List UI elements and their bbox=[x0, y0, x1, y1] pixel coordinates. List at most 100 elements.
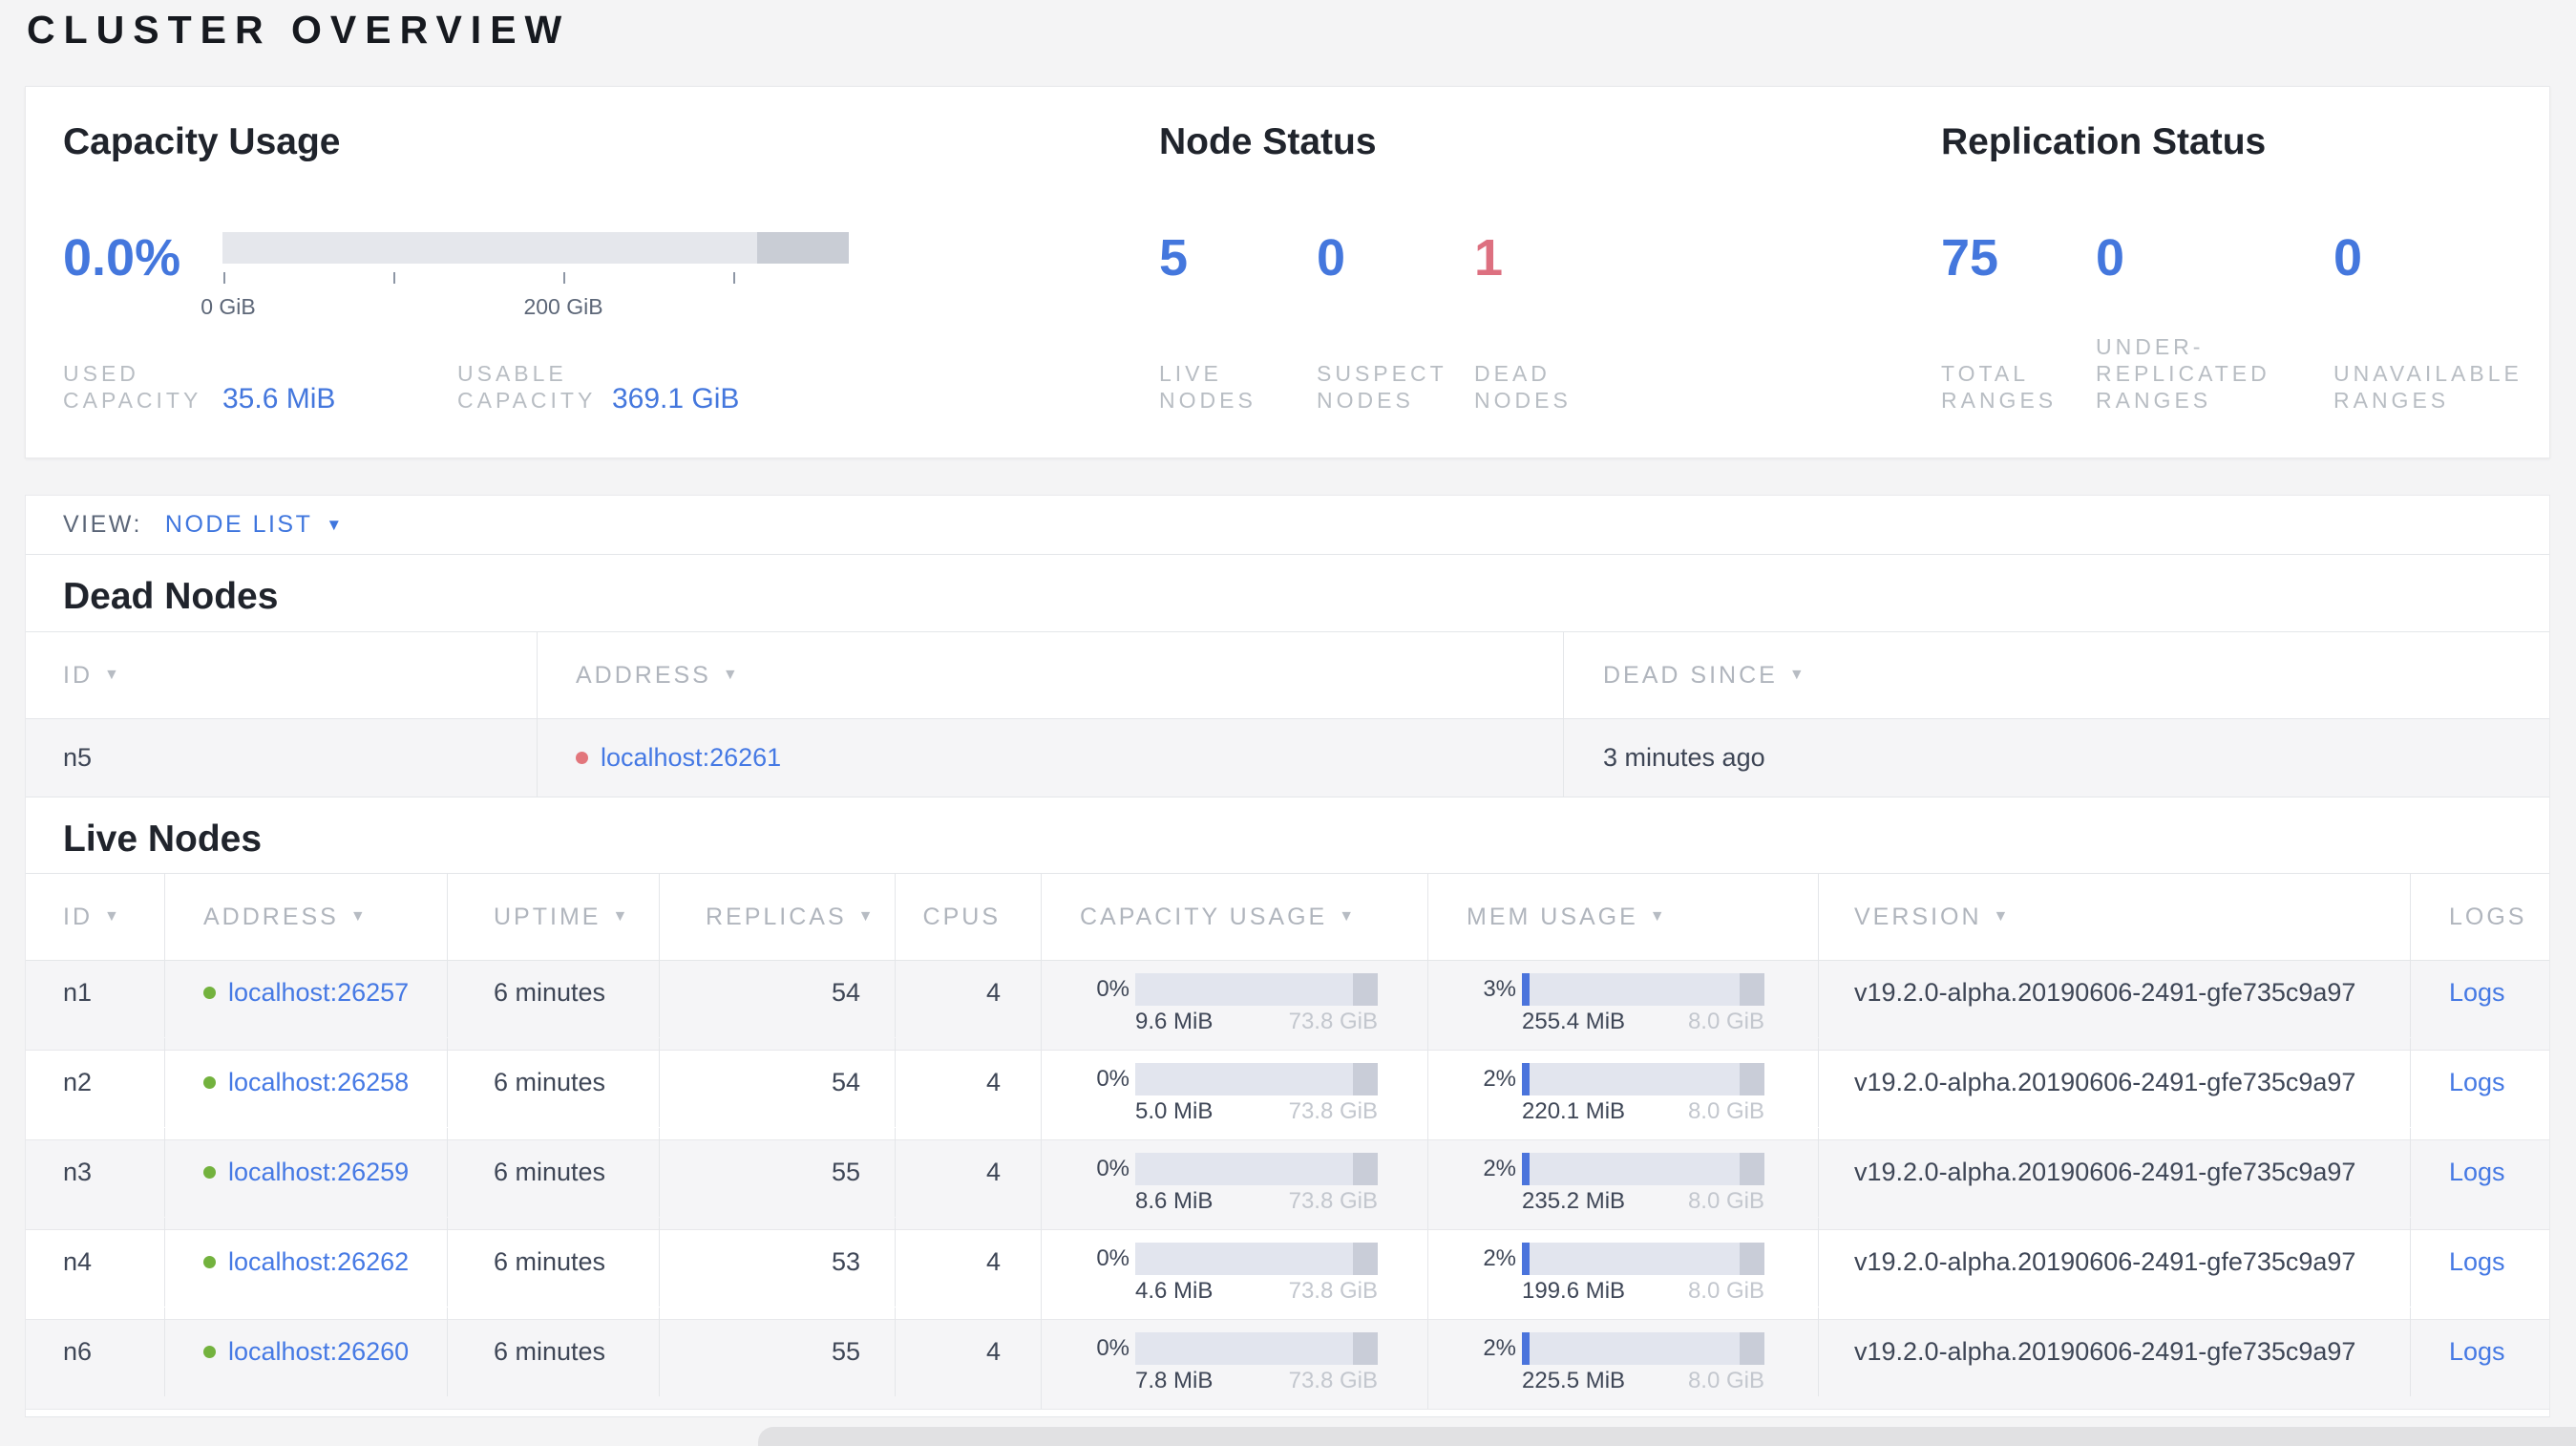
sort-arrow-icon: ▼ bbox=[104, 908, 122, 925]
column-header-address[interactable]: ADDRESS ▼ bbox=[537, 632, 1563, 718]
node-address-link[interactable]: localhost:26260 bbox=[228, 1337, 409, 1367]
node-address-cell: localhost:26258 bbox=[164, 1038, 447, 1127]
capacity-total: 73.8 GiB bbox=[1288, 1278, 1378, 1304]
column-header-mem-usage[interactable]: MEM USAGE ▼ bbox=[1427, 874, 1818, 960]
mem-used: 235.2 MiB bbox=[1522, 1188, 1626, 1214]
bottom-scroll-strip bbox=[758, 1427, 2576, 1446]
column-header-address[interactable]: ADDRESS ▼ bbox=[164, 874, 447, 960]
node-uptime: 6 minutes bbox=[447, 1218, 659, 1307]
mem-percent: 2% bbox=[1483, 1245, 1516, 1271]
column-header-id[interactable]: ID ▼ bbox=[26, 874, 164, 960]
node-uptime: 6 minutes bbox=[447, 1038, 659, 1127]
sort-arrow-icon: ▼ bbox=[722, 667, 741, 683]
sort-arrow-icon: ▼ bbox=[349, 908, 369, 925]
mem-mini-bar bbox=[1522, 1153, 1764, 1185]
logs-link[interactable]: Logs bbox=[2449, 1158, 2505, 1187]
node-cpus: 4 bbox=[895, 1218, 1041, 1307]
node-id: n3 bbox=[63, 1158, 93, 1186]
capacity-bar-chart: 0 GiB 200 GiB bbox=[201, 232, 849, 321]
node-replicas: 54 bbox=[659, 1038, 895, 1127]
mem-usage-cell: 2% 235.2 MiB 8.0 GiB bbox=[1427, 1140, 1818, 1229]
node-address-link[interactable]: localhost:26261 bbox=[601, 743, 781, 773]
capacity-used: 4.6 MiB bbox=[1135, 1278, 1214, 1304]
capacity-total: 73.8 GiB bbox=[1288, 1009, 1378, 1034]
node-address-link[interactable]: localhost:26259 bbox=[228, 1158, 409, 1187]
mem-used: 220.1 MiB bbox=[1522, 1098, 1626, 1124]
dead-nodes-heading: Dead Nodes bbox=[63, 576, 279, 617]
node-uptime: 6 minutes bbox=[447, 948, 659, 1037]
node-id: n1 bbox=[63, 978, 93, 1007]
mem-percent: 3% bbox=[1483, 976, 1516, 1002]
capacity-percent: 0% bbox=[1096, 976, 1130, 1002]
total-ranges-label: TOTAL RANGES bbox=[1941, 361, 2058, 413]
column-header-logs[interactable]: LOGS bbox=[2410, 874, 2549, 960]
capacity-mini-bar bbox=[1135, 1063, 1378, 1095]
logs-link[interactable]: Logs bbox=[2449, 1337, 2505, 1367]
capacity-usage-cell: 0% 7.8 MiB 73.8 GiB bbox=[1041, 1320, 1427, 1409]
mem-total: 8.0 GiB bbox=[1687, 1009, 1764, 1034]
column-header-cpus[interactable]: CPUS bbox=[895, 874, 1041, 960]
column-header-replicas[interactable]: REPLICAS ▼ bbox=[659, 874, 895, 960]
logs-link[interactable]: Logs bbox=[2449, 978, 2505, 1008]
under-replicated-ranges-count: 0 bbox=[2096, 229, 2125, 287]
logs-cell: Logs bbox=[2410, 1038, 2549, 1127]
column-header-capacity-usage[interactable]: CAPACITY USAGE ▼ bbox=[1041, 874, 1427, 960]
live-nodes-label: LIVE NODES bbox=[1159, 361, 1256, 413]
capacity-bar-dark-segment bbox=[757, 232, 849, 264]
capacity-mini-bar bbox=[1135, 1332, 1378, 1365]
live-nodes-heading: Live Nodes bbox=[63, 819, 263, 860]
under-replicated-ranges-label: UNDER-REPLICATED RANGES bbox=[2096, 334, 2270, 413]
node-address-link[interactable]: localhost:26257 bbox=[228, 978, 409, 1008]
capacity-usage-cell: 0% 9.6 MiB 73.8 GiB bbox=[1041, 961, 1427, 1050]
mem-total: 8.0 GiB bbox=[1687, 1368, 1764, 1393]
node-replicas: 53 bbox=[659, 1218, 895, 1307]
total-ranges-count: 75 bbox=[1941, 229, 1999, 287]
axis-tick-label: 200 GiB bbox=[523, 294, 603, 319]
live-status-dot-icon bbox=[203, 1076, 216, 1089]
node-id: n6 bbox=[63, 1337, 93, 1366]
cluster-summary-card: Capacity Usage 0.0% 0 GiB 200 GiB USED C… bbox=[25, 86, 2550, 458]
live-status-dot-icon bbox=[203, 1256, 216, 1268]
mem-percent: 2% bbox=[1483, 1066, 1516, 1092]
mem-mini-bar bbox=[1522, 1332, 1764, 1365]
logs-cell: Logs bbox=[2410, 1128, 2549, 1217]
capacity-usage-cell: 0% 4.6 MiB 73.8 GiB bbox=[1041, 1230, 1427, 1319]
node-version: v19.2.0-alpha.20190606-2491-gfe735c9a97 bbox=[1818, 1128, 2410, 1217]
capacity-percent: 0% bbox=[1096, 1066, 1130, 1092]
capacity-percent: 0% bbox=[1096, 1335, 1130, 1361]
column-header-id[interactable]: ID ▼ bbox=[26, 632, 537, 718]
sort-arrow-icon: ▼ bbox=[1339, 908, 1358, 925]
view-label: VIEW: bbox=[63, 511, 142, 538]
mem-usage-cell: 2% 199.6 MiB 8.0 GiB bbox=[1427, 1230, 1818, 1319]
live-node-row: n4 localhost:26262 6 minutes 53 4 0% 4.6… bbox=[26, 1218, 2549, 1320]
node-address-link[interactable]: localhost:26258 bbox=[228, 1068, 409, 1097]
unavailable-ranges-label: UNAVAILABLE RANGES bbox=[2333, 361, 2523, 413]
logs-link[interactable]: Logs bbox=[2449, 1068, 2505, 1097]
unavailable-ranges-count: 0 bbox=[2333, 229, 2363, 287]
node-status-heading: Node Status bbox=[1159, 121, 1377, 162]
column-header-dead-since[interactable]: DEAD SINCE ▼ bbox=[1563, 632, 2549, 718]
node-uptime: 6 minutes bbox=[447, 1128, 659, 1217]
mem-usage-cell: 3% 255.4 MiB 8.0 GiB bbox=[1427, 961, 1818, 1050]
node-status-section: Node Status 5 0 1 LIVE NODES SUSPECT NOD… bbox=[1159, 87, 1904, 457]
live-node-row: n2 localhost:26258 6 minutes 54 4 0% 5.0… bbox=[26, 1038, 2549, 1140]
node-address-link[interactable]: localhost:26262 bbox=[228, 1247, 409, 1277]
capacity-bar bbox=[222, 232, 849, 264]
capacity-usage-cell: 0% 5.0 MiB 73.8 GiB bbox=[1041, 1051, 1427, 1139]
column-header-uptime[interactable]: UPTIME ▼ bbox=[447, 874, 659, 960]
usable-capacity-value: 369.1 GiB bbox=[612, 383, 740, 415]
page-title: CLUSTER OVERVIEW bbox=[27, 8, 571, 52]
view-bar: VIEW: NODE LIST ▼ bbox=[26, 496, 2549, 555]
replication-status-section: Replication Status 75 0 0 TOTAL RANGES U… bbox=[1941, 87, 2533, 457]
node-version: v19.2.0-alpha.20190606-2491-gfe735c9a97 bbox=[1818, 1038, 2410, 1127]
view-selector-dropdown[interactable]: NODE LIST ▼ bbox=[165, 511, 345, 539]
sort-arrow-icon: ▼ bbox=[1993, 908, 2012, 925]
capacity-used: 9.6 MiB bbox=[1135, 1009, 1214, 1034]
live-status-dot-icon bbox=[203, 1166, 216, 1179]
mem-used: 225.5 MiB bbox=[1522, 1368, 1626, 1393]
node-version: v19.2.0-alpha.20190606-2491-gfe735c9a97 bbox=[1818, 948, 2410, 1037]
column-header-version[interactable]: VERSION ▼ bbox=[1818, 874, 2410, 960]
node-cpus: 4 bbox=[895, 1038, 1041, 1127]
logs-link[interactable]: Logs bbox=[2449, 1247, 2505, 1277]
capacity-used: 8.6 MiB bbox=[1135, 1188, 1214, 1214]
